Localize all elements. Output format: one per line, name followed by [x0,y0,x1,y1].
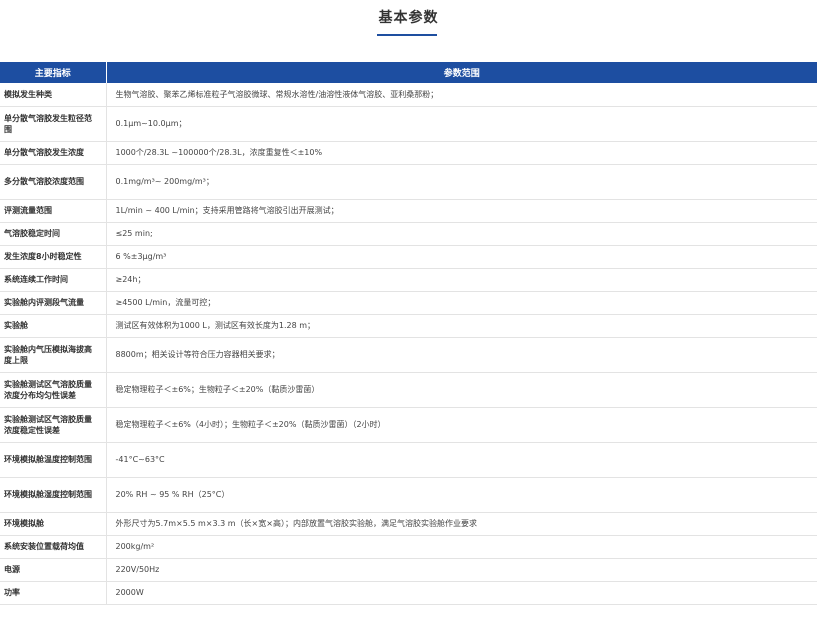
row-value: ≥24h； [106,268,817,292]
table-row: 环境模拟舱 外形尺寸为5.7m×5.5 m×3.3 m（长×宽×高）；内部放置气… [0,512,817,536]
row-key: 环境模拟舱 [0,512,107,536]
row-key: 功率 [0,581,107,605]
row-value: -41°C~63°C [106,442,817,478]
row-key: 气溶胶稳定时间 [0,222,107,246]
row-key: 实验舱内评测段气流量 [0,291,107,315]
row-key: 实验舱测试区气溶胶质量浓度稳定性误差 [0,407,107,443]
table-row: 实验舱内气压模拟海拔高度上限 8800m；相关设计等符合压力容器相关要求； [0,337,817,373]
table-row: 实验舱测试区气溶胶质量浓度稳定性误差 稳定物理粒子＜±6%（4小时）；生物粒子＜… [0,407,817,443]
row-value: 生物气溶胶、聚苯乙烯标准粒子气溶胶微球、常规水溶性/油溶性液体气溶胶、亚利桑那粉… [106,83,817,107]
row-key: 模拟发生种类 [0,83,107,107]
table-row: 功率 2000W [0,581,817,605]
table-row: 评测流量范围 1L/min ~ 400 L/min；支持采用管路将气溶胶引出开展… [0,199,817,223]
column-header-range: 参数范围 [106,62,817,83]
row-key: 系统连续工作时间 [0,268,107,292]
row-value: 200kg/m² [106,535,817,559]
row-value: 0.1mg/m³~ 200mg/m³； [106,164,817,200]
row-value: 稳定物理粒子＜±6%（4小时）；生物粒子＜±20%（黏质沙雷菌）（2小时） [106,407,817,443]
table-row: 单分散气溶胶发生粒径范围 0.1μm~10.0μm； [0,106,817,142]
row-key: 评测流量范围 [0,199,107,223]
row-value: ≥4500 L/min，流量可控； [106,291,817,315]
row-value: 测试区有效体积为1000 L，测试区有效长度为1.28 m； [106,314,817,338]
column-header-indicator: 主要指标 [0,62,107,83]
row-key: 电源 [0,558,107,582]
row-value: 稳定物理粒子＜±6%；生物粒子＜±20%（黏质沙雷菌） [106,372,817,408]
row-key: 发生浓度8小时稳定性 [0,245,107,269]
row-key: 多分散气溶胶浓度范围 [0,164,107,200]
row-key: 系统安装位置载荷均值 [0,535,107,559]
table-row: 实验舱 测试区有效体积为1000 L，测试区有效长度为1.28 m； [0,314,817,338]
table-header-row: 主要指标 参数范围 [0,62,817,83]
table-row: 电源 220V/50Hz [0,558,817,582]
table-row: 单分散气溶胶发生浓度 1000个/28.3L ~100000个/28.3L，浓度… [0,141,817,165]
table-row: 实验舱测试区气溶胶质量浓度分布均匀性误差 稳定物理粒子＜±6%；生物粒子＜±20… [0,372,817,408]
table-row: 环境模拟舱温度控制范围 -41°C~63°C [0,442,817,478]
row-key: 实验舱测试区气溶胶质量浓度分布均匀性误差 [0,372,107,408]
row-value: 220V/50Hz [106,558,817,582]
row-value: 2000W [106,581,817,605]
row-value: 1000个/28.3L ~100000个/28.3L，浓度重复性＜±10% [106,141,817,165]
row-value: 6 %±3μg/m³ [106,245,817,269]
row-value: 0.1μm~10.0μm； [106,106,817,142]
table-row: 气溶胶稳定时间 ≤25 min; [0,222,817,246]
row-key: 环境模拟舱湿度控制范围 [0,477,107,513]
row-value: ≤25 min; [106,222,817,246]
row-key: 环境模拟舱温度控制范围 [0,442,107,478]
row-key: 实验舱内气压模拟海拔高度上限 [0,337,107,373]
table-row: 系统安装位置载荷均值 200kg/m² [0,535,817,559]
table-row: 模拟发生种类 生物气溶胶、聚苯乙烯标准粒子气溶胶微球、常规水溶性/油溶性液体气溶… [0,83,817,107]
table-row: 系统连续工作时间 ≥24h； [0,268,817,292]
row-value: 8800m；相关设计等符合压力容器相关要求； [106,337,817,373]
page-title: 基本参数 [378,10,439,26]
row-value: 1L/min ~ 400 L/min；支持采用管路将气溶胶引出开展测试； [106,199,817,223]
row-value: 外形尺寸为5.7m×5.5 m×3.3 m（长×宽×高）；内部放置气溶胶实验舱，… [106,512,817,536]
title-underline [377,34,437,36]
table-row: 实验舱内评测段气流量 ≥4500 L/min，流量可控； [0,291,817,315]
table-row: 发生浓度8小时稳定性 6 %±3μg/m³ [0,245,817,269]
row-key: 单分散气溶胶发生粒径范围 [0,106,107,142]
table-row: 多分散气溶胶浓度范围 0.1mg/m³~ 200mg/m³； [0,164,817,200]
row-key: 单分散气溶胶发生浓度 [0,141,107,165]
title-area: 基本参数 [0,0,817,62]
table-row: 环境模拟舱湿度控制范围 20% RH ~ 95 % RH（25°C） [0,477,817,513]
row-key: 实验舱 [0,314,107,338]
row-value: 20% RH ~ 95 % RH（25°C） [106,477,817,513]
parameters-table: 主要指标 参数范围 模拟发生种类 生物气溶胶、聚苯乙烯标准粒子气溶胶微球、常规水… [0,62,817,605]
